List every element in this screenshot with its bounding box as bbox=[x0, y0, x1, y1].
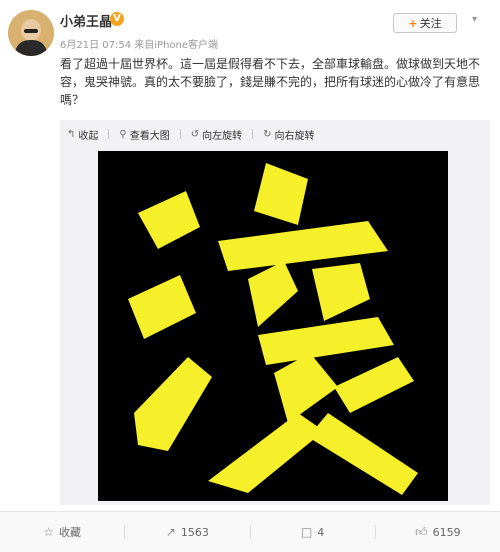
thumbs-up-icon: 👍︎ bbox=[415, 524, 428, 539]
avatar-photo bbox=[8, 10, 54, 56]
post-time[interactable]: 6月21日 07:54 bbox=[60, 40, 131, 51]
action-bar: ☆ 收藏 ↗ 1563 □ 4 👍︎ 6159 bbox=[0, 511, 500, 552]
post-image[interactable]: 滚 bbox=[98, 151, 448, 501]
collapse-button[interactable]: ↰ 收起 bbox=[67, 127, 98, 142]
favorite-label: 收藏 bbox=[59, 526, 81, 539]
source-prefix: 来自 bbox=[134, 40, 155, 51]
like-count: 6159 bbox=[432, 525, 461, 539]
media-toolbar: ↰ 收起 ⚲ 查看大图 ↺ 向左旋转 ↻ 向右旋转 bbox=[67, 126, 325, 142]
toolbar-divider bbox=[108, 129, 110, 139]
rotate-right-button[interactable]: ↻ 向右旋转 bbox=[263, 127, 314, 142]
toolbar-divider bbox=[252, 129, 254, 139]
post-text: 看了超過十屆世界杯。這一屆是假得看不下去，全部車球輸盘。做球做到天地不容，鬼哭神… bbox=[60, 57, 481, 107]
rotate-left-button[interactable]: ↺ 向左旋转 bbox=[191, 127, 242, 142]
repost-button[interactable]: ↗ 1563 bbox=[125, 512, 249, 552]
comment-count: 4 bbox=[317, 525, 325, 539]
rotate-left-label: 向左旋转 bbox=[202, 130, 243, 142]
repost-count: 1563 bbox=[180, 525, 209, 539]
gun-character-image: 滚 bbox=[98, 151, 448, 501]
post-meta: 6月21日 07:54 来自iPhone客户端 bbox=[60, 36, 218, 51]
rotate-right-icon: ↻ bbox=[263, 128, 272, 140]
favorite-button[interactable]: ☆ 收藏 bbox=[0, 512, 124, 552]
magnifier-icon: ⚲ bbox=[119, 128, 127, 140]
collapse-icon: ↰ bbox=[67, 128, 76, 140]
view-large-label: 查看大图 bbox=[129, 130, 170, 142]
chevron-down-icon[interactable]: ▾ bbox=[472, 15, 482, 25]
rotate-left-icon: ↺ bbox=[190, 128, 200, 140]
collapse-label: 收起 bbox=[78, 130, 99, 142]
follow-label: 关注 bbox=[419, 17, 442, 30]
like-button[interactable]: 👍︎ 6159 bbox=[376, 512, 500, 552]
avatar[interactable] bbox=[8, 10, 54, 56]
comment-icon: □ bbox=[300, 525, 313, 539]
post-source[interactable]: iPhone客户端 bbox=[154, 40, 218, 51]
weibo-post: 小弟王晶 V + 关注 ▾ 6月21日 07:54 来自iPhone客户端 看了超… bbox=[0, 0, 500, 552]
follow-button[interactable]: + 关注 bbox=[393, 13, 457, 33]
plus-icon: + bbox=[408, 17, 418, 30]
verified-v-icon: V bbox=[110, 12, 124, 26]
rotate-right-label: 向右旋转 bbox=[274, 130, 315, 142]
repost-icon: ↗ bbox=[165, 525, 176, 539]
username[interactable]: 小弟王晶 bbox=[60, 11, 112, 30]
star-icon: ☆ bbox=[43, 525, 54, 539]
comment-button[interactable]: □ 4 bbox=[251, 512, 375, 552]
toolbar-divider bbox=[179, 129, 181, 139]
view-large-button[interactable]: ⚲ 查看大图 bbox=[119, 127, 169, 142]
